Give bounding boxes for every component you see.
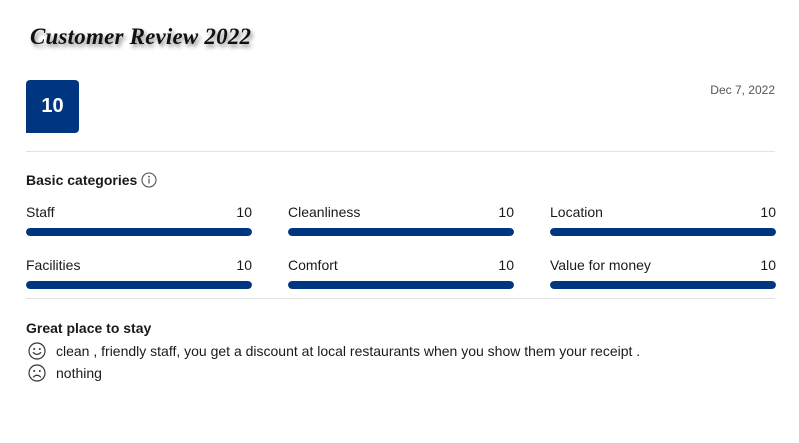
review-title: Great place to stay [26,320,152,336]
review-positive: clean , friendly staff, you get a discou… [28,342,640,360]
divider-top [26,151,775,152]
category-bar-fill [550,281,776,289]
category-cleanliness: Cleanliness 10 [288,204,514,241]
category-bar [26,228,252,236]
divider-bottom [26,298,775,299]
category-bar-fill [288,228,514,236]
category-location: Location 10 [550,204,776,241]
category-bar [288,281,514,289]
category-bar-fill [288,281,514,289]
category-label: Comfort [288,257,338,273]
category-label: Location [550,204,603,220]
category-score: 10 [498,257,514,273]
category-score: 10 [760,204,776,220]
categories-heading-label: Basic categories [26,172,138,188]
category-label: Facilities [26,257,81,273]
review-negative-text: nothing [56,365,102,381]
category-bar [26,281,252,289]
review-score-badge: 10 [26,80,79,133]
review-negative: nothing [28,364,102,382]
page-title: Customer Review 2022 [30,24,252,49]
category-score: 10 [498,204,514,220]
category-bar [550,281,776,289]
category-bar-fill [550,228,776,236]
category-bar-fill [26,281,252,289]
category-grid: Staff 10 Cleanliness 10 Location 10 Faci… [26,204,776,294]
category-score: 10 [236,257,252,273]
smiley-face-icon [28,342,46,360]
category-bar [550,228,776,236]
category-comfort: Comfort 10 [288,257,514,294]
info-icon[interactable] [141,172,157,188]
category-label: Cleanliness [288,204,361,220]
category-score: 10 [760,257,776,273]
category-bar-fill [26,228,252,236]
categories-heading: Basic categories [26,172,157,188]
review-date: Dec 7, 2022 [710,83,775,97]
review-positive-text: clean , friendly staff, you get a discou… [56,343,641,359]
category-facilities: Facilities 10 [26,257,252,294]
sad-face-icon [28,364,46,382]
category-bar [288,228,514,236]
category-value-for-money: Value for money 10 [550,257,776,294]
category-label: Value for money [550,257,651,273]
category-score: 10 [236,204,252,220]
category-label: Staff [26,204,55,220]
category-staff: Staff 10 [26,204,252,241]
